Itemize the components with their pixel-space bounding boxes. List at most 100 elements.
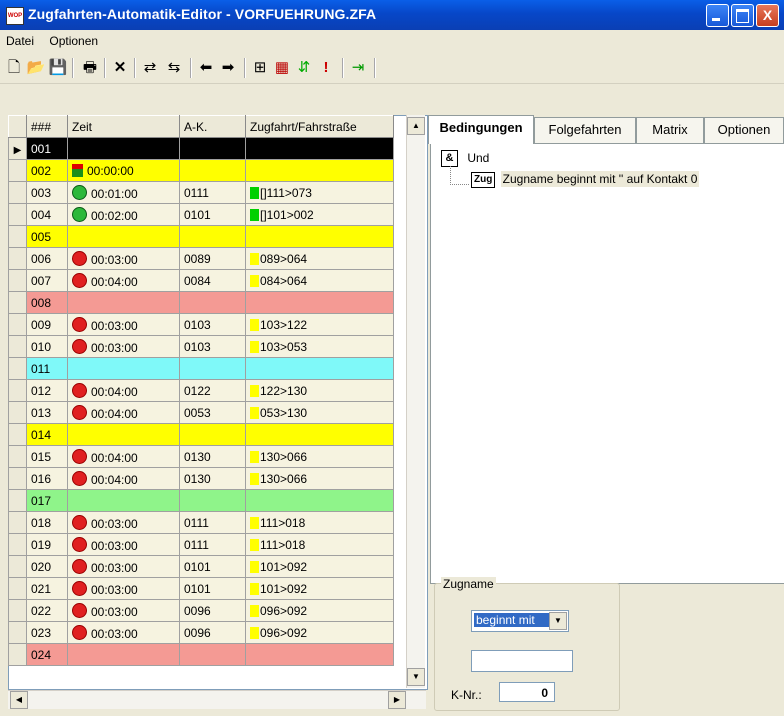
cell-ak[interactable]: 0084 [179,269,246,292]
row-indicator[interactable] [8,379,27,402]
close-button[interactable]: X [756,4,779,27]
cell-zeit[interactable]: 00:03:00 [67,577,180,600]
cell-zeit[interactable] [67,643,180,666]
row-indicator[interactable] [8,269,27,292]
cell-zugfahrt[interactable]: 130>066 [245,445,394,468]
cell-ak[interactable]: 0053 [179,401,246,424]
cell-zugfahrt[interactable]: []101>002 [245,203,394,226]
row-indicator[interactable] [8,533,27,556]
row-indicator[interactable] [8,181,27,204]
cell-zeit[interactable]: 00:04:00 [67,467,180,490]
menu-datei[interactable]: Datei [0,30,40,52]
table-row[interactable]: 003 00:01:00 0111 []111>073 [8,181,394,204]
cell-zeit[interactable]: 00:03:00 [67,335,180,358]
cell-ak[interactable] [179,357,246,380]
table-row[interactable]: 005 [8,225,394,248]
row-indicator[interactable] [8,247,27,270]
tab-folgefahrten[interactable]: Folgefahrten [534,117,636,143]
cell-ak[interactable] [179,159,246,182]
cell-no[interactable]: 023 [26,621,68,644]
open-icon[interactable]: 📂 [26,58,46,78]
swap-icon[interactable]: ⇵ [294,58,314,78]
cell-zugfahrt[interactable]: 101>092 [245,555,394,578]
menu-optionen[interactable]: Optionen [43,30,104,52]
row-indicator[interactable] [8,599,27,622]
cell-no[interactable]: 019 [26,533,68,556]
cell-zugfahrt[interactable]: []111>073 [245,181,394,204]
cell-zugfahrt[interactable]: 053>130 [245,401,394,424]
row-indicator[interactable] [8,423,27,446]
cell-no[interactable]: 012 [26,379,68,402]
cell-zugfahrt[interactable]: 096>092 [245,621,394,644]
cell-no[interactable]: 004 [26,203,68,226]
exit-icon[interactable]: ⇥ [348,58,368,78]
cell-zeit[interactable]: 00:03:00 [67,247,180,270]
tree-node-und[interactable]: & Und [441,150,489,167]
col-header-ak[interactable]: A-K. [179,115,246,138]
cell-zeit[interactable]: 00:04:00 [67,269,180,292]
row-indicator[interactable] [8,313,27,336]
cell-zugfahrt[interactable]: 103>053 [245,335,394,358]
cell-zugfahrt[interactable]: 101>092 [245,577,394,600]
row-indicator[interactable] [8,401,27,424]
cell-no[interactable]: 011 [26,357,68,380]
table-row[interactable]: 016 00:04:00 0130 130>066 [8,467,394,490]
cell-zugfahrt[interactable]: 111>018 [245,511,394,534]
table-icon[interactable]: ▦ [272,58,292,78]
cell-zugfahrt[interactable] [245,159,394,182]
cell-zugfahrt[interactable]: 130>066 [245,467,394,490]
cell-no[interactable]: 020 [26,555,68,578]
cell-zeit[interactable]: 00:03:00 [67,599,180,622]
cell-ak[interactable]: 0096 [179,621,246,644]
minimize-button[interactable] [706,4,729,27]
cell-zugfahrt[interactable] [245,489,394,512]
tree-node-zugname[interactable]: Zug Zugname beginnt mit '' auf Kontakt 0 [471,171,700,188]
cell-no[interactable]: 014 [26,423,68,446]
row-indicator[interactable] [8,203,27,226]
row-indicator[interactable] [8,357,27,380]
cell-ak[interactable] [179,225,246,248]
cell-ak[interactable]: 0089 [179,247,246,270]
cell-no[interactable]: 003 [26,181,68,204]
cell-ak[interactable]: 0103 [179,335,246,358]
cell-ak[interactable]: 0096 [179,599,246,622]
cell-zeit[interactable]: 00:02:00 [67,203,180,226]
cell-no[interactable]: 018 [26,511,68,534]
row-indicator[interactable] [8,445,27,468]
cell-zugfahrt[interactable]: 089>064 [245,247,394,270]
cell-zugfahrt[interactable] [245,137,394,160]
print-icon[interactable]: 🖶 [80,58,100,78]
table-row[interactable]: 024 [8,643,394,666]
zugname-input[interactable] [471,650,573,672]
table-row[interactable]: 020 00:03:00 0101 101>092 [8,555,394,578]
cell-ak[interactable]: 0111 [179,181,246,204]
cell-ak[interactable] [179,643,246,666]
table-row[interactable]: ▶ 001 [8,137,394,160]
table-row[interactable]: 014 [8,423,394,446]
tab-optionen[interactable]: Optionen [704,117,784,143]
cell-zugfahrt[interactable]: 084>064 [245,269,394,292]
cell-zeit[interactable]: 00:04:00 [67,445,180,468]
cell-zugfahrt[interactable]: 122>130 [245,379,394,402]
cell-no[interactable]: 002 [26,159,68,182]
table-row[interactable]: 011 [8,357,394,380]
cell-zugfahrt[interactable]: 111>018 [245,533,394,556]
cell-ak[interactable]: 0101 [179,577,246,600]
cell-zugfahrt[interactable]: 103>122 [245,313,394,336]
insert-row-after-icon[interactable]: ⇆ [164,58,184,78]
row-indicator[interactable] [8,643,27,666]
cell-zeit[interactable] [67,489,180,512]
tab-matrix[interactable]: Matrix [636,117,704,143]
table-row[interactable]: 022 00:03:00 0096 096>092 [8,599,394,622]
col-header-zugfahrt[interactable]: Zugfahrt/Fahrstraße [245,115,394,138]
chevron-down-icon[interactable]: ▼ [549,612,567,630]
delete-icon[interactable]: ✕ [110,58,130,78]
row-indicator[interactable] [8,621,27,644]
table-row[interactable]: 021 00:03:00 0101 101>092 [8,577,394,600]
table-row[interactable]: 012 00:04:00 0122 122>130 [8,379,394,402]
col-header-zeit[interactable]: Zeit [67,115,180,138]
table-row[interactable]: 015 00:04:00 0130 130>066 [8,445,394,468]
col-header-no[interactable]: ### [26,115,68,138]
network-icon[interactable]: ⊞ [250,58,270,78]
cell-no[interactable]: 022 [26,599,68,622]
